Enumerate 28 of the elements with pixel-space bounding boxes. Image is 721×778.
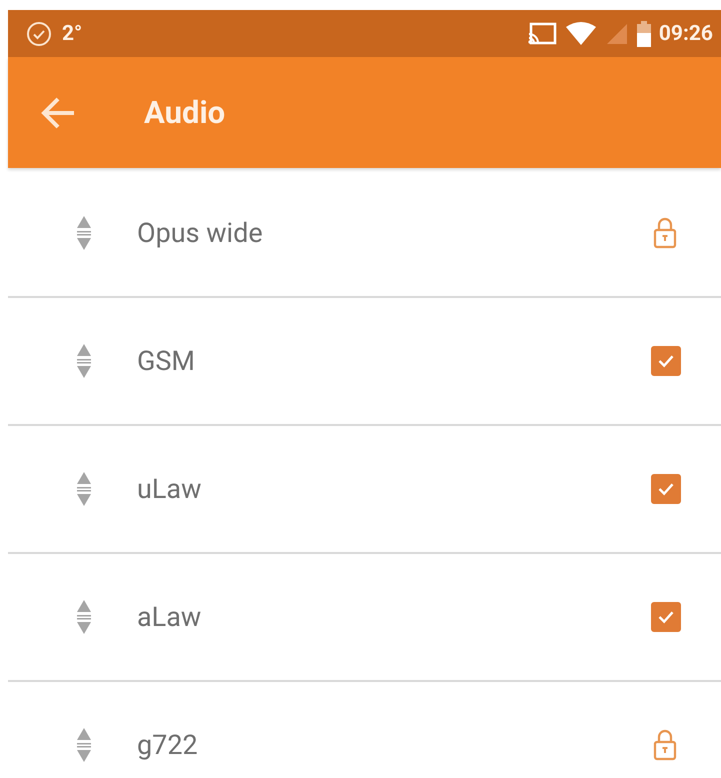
clock-text: 09:26 [658, 22, 713, 46]
signal-icon [604, 22, 629, 46]
check-circle-icon [26, 20, 52, 46]
codec-name: Opus wide [137, 217, 264, 249]
codec-row[interactable]: g722 [8, 682, 721, 778]
codec-row[interactable]: aLaw [8, 554, 721, 682]
codec-name: uLaw [137, 473, 202, 505]
checkbox[interactable] [651, 474, 681, 504]
wifi-icon [564, 22, 597, 46]
codec-name: aLaw [137, 601, 202, 633]
screen-title: Audio [144, 94, 226, 131]
checkbox[interactable] [651, 602, 681, 632]
reorder-handle-icon[interactable] [76, 216, 92, 250]
battery-icon [636, 20, 651, 46]
reorder-handle-icon[interactable] [76, 600, 92, 634]
reorder-handle-icon[interactable] [76, 472, 92, 506]
cast-icon [526, 22, 557, 46]
codec-name: GSM [137, 345, 196, 377]
codec-row[interactable]: Opus wide [8, 170, 721, 298]
codec-row[interactable]: uLaw [8, 426, 721, 554]
padlock-icon [653, 729, 677, 761]
codec-name: g722 [137, 729, 199, 761]
checkbox[interactable] [651, 346, 681, 376]
codec-row[interactable]: GSM [8, 298, 721, 426]
reorder-handle-icon[interactable] [76, 344, 92, 378]
notification-text: 2° [62, 22, 82, 46]
reorder-handle-icon[interactable] [76, 728, 92, 762]
padlock-icon [653, 217, 677, 249]
